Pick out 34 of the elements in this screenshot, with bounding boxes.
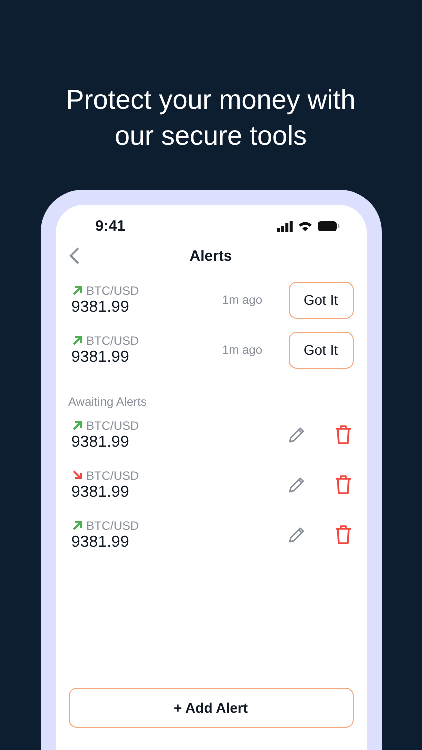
edit-icon[interactable] xyxy=(288,426,306,444)
battery-icon xyxy=(318,220,340,232)
currency-pair: BTC/USD xyxy=(86,334,140,348)
edit-icon[interactable] xyxy=(288,476,306,494)
time-ago: 1m ago xyxy=(222,293,262,307)
add-alert-button[interactable]: + Add Alert xyxy=(68,688,354,728)
wifi-icon xyxy=(298,220,312,232)
got-it-button[interactable]: Got It xyxy=(288,282,354,318)
delete-icon[interactable] xyxy=(334,425,352,445)
headline: Protect your money with our secure tools xyxy=(66,84,356,153)
up-arrow-icon xyxy=(72,285,82,296)
status-time: 9:41 xyxy=(96,218,126,234)
up-arrow-icon xyxy=(72,420,82,431)
currency-pair: BTC/USD xyxy=(86,518,140,532)
price: 9381.99 xyxy=(72,484,130,502)
currency-pair: BTC/USD xyxy=(86,468,140,482)
delete-icon[interactable] xyxy=(334,525,352,545)
screen-title: Alerts xyxy=(190,248,232,264)
price: 9381.99 xyxy=(72,348,130,366)
price: 9381.99 xyxy=(72,298,130,316)
up-arrow-icon xyxy=(72,520,82,531)
down-arrow-icon xyxy=(72,470,82,481)
time-ago: 1m ago xyxy=(222,343,262,357)
back-icon[interactable] xyxy=(68,247,80,265)
edit-icon[interactable] xyxy=(288,526,306,544)
price: 9381.99 xyxy=(72,534,130,552)
price: 9381.99 xyxy=(72,434,130,452)
section-title: Awaiting Alerts xyxy=(68,394,148,410)
currency-pair: BTC/USD xyxy=(86,418,140,432)
got-it-button[interactable]: Got It xyxy=(288,332,354,368)
signal-icon xyxy=(276,220,292,232)
up-arrow-icon xyxy=(72,335,82,346)
currency-pair: BTC/USD xyxy=(86,284,140,298)
delete-icon[interactable] xyxy=(334,475,352,495)
